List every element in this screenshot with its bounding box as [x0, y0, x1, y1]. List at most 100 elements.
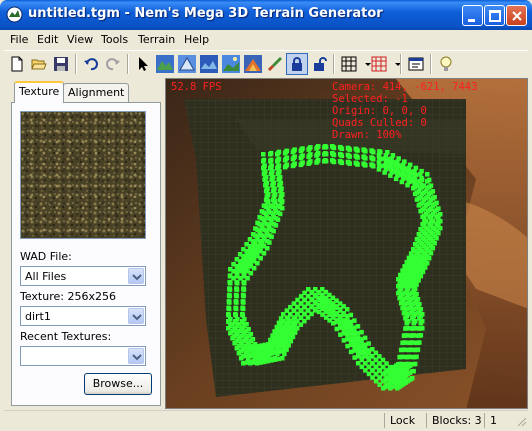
block-marker[interactable]: [355, 148, 360, 153]
block-marker[interactable]: [237, 266, 243, 271]
block-marker[interactable]: [290, 320, 296, 326]
block-marker[interactable]: [363, 156, 368, 161]
block-marker[interactable]: [295, 312, 300, 317]
block-marker[interactable]: [420, 222, 425, 227]
block-marker[interactable]: [371, 157, 376, 162]
block-marker[interactable]: [226, 306, 232, 312]
block-marker[interactable]: [241, 361, 246, 366]
block-marker[interactable]: [412, 287, 418, 292]
block-marker[interactable]: [412, 347, 418, 353]
block-marker[interactable]: [355, 155, 360, 160]
block-marker[interactable]: [436, 206, 441, 211]
block-marker[interactable]: [268, 157, 274, 163]
block-marker[interactable]: [275, 217, 281, 222]
block-marker[interactable]: [238, 276, 243, 281]
block-marker[interactable]: [277, 183, 282, 188]
block-marker[interactable]: [341, 338, 347, 343]
block-marker[interactable]: [404, 354, 409, 360]
menu-view[interactable]: View: [67, 33, 93, 46]
block-marker[interactable]: [278, 316, 284, 321]
block-marker[interactable]: [434, 222, 439, 227]
block-marker[interactable]: [273, 206, 278, 211]
block-marker[interactable]: [414, 268, 419, 273]
block-marker[interactable]: [415, 251, 421, 256]
block-marker[interactable]: [240, 319, 245, 325]
block-marker[interactable]: [228, 281, 233, 286]
block-marker[interactable]: [412, 242, 418, 247]
block-marker[interactable]: [263, 211, 269, 217]
block-marker[interactable]: [405, 168, 410, 174]
save-icon[interactable]: [50, 53, 72, 75]
block-marker[interactable]: [376, 153, 382, 158]
block-marker[interactable]: [323, 158, 329, 164]
block-marker[interactable]: [233, 313, 239, 318]
block-marker[interactable]: [411, 319, 417, 324]
block-marker[interactable]: [405, 175, 410, 181]
block-marker[interactable]: [308, 145, 313, 150]
block-marker[interactable]: [376, 160, 382, 165]
block-marker[interactable]: [393, 169, 399, 175]
block-marker[interactable]: [347, 147, 352, 152]
block-marker[interactable]: [268, 171, 274, 177]
block-marker[interactable]: [268, 164, 274, 170]
block-marker[interactable]: [244, 336, 249, 341]
block-marker[interactable]: [355, 349, 361, 355]
properties-icon[interactable]: [405, 53, 427, 75]
block-marker[interactable]: [275, 337, 280, 343]
block-marker[interactable]: [339, 160, 345, 166]
block-marker[interactable]: [279, 329, 284, 334]
block-marker[interactable]: [227, 287, 233, 292]
block-marker[interactable]: [251, 256, 256, 261]
new-file-icon[interactable]: [6, 53, 28, 75]
block-marker[interactable]: [251, 246, 256, 251]
menu-file[interactable]: File: [10, 33, 28, 46]
block-marker[interactable]: [363, 163, 368, 168]
block-marker[interactable]: [398, 287, 404, 292]
block-marker[interactable]: [429, 217, 434, 222]
block-marker[interactable]: [416, 189, 422, 194]
block-marker[interactable]: [271, 228, 276, 234]
block-marker[interactable]: [285, 316, 291, 321]
block-marker[interactable]: [382, 170, 387, 175]
block-marker[interactable]: [407, 292, 412, 297]
lock-icon[interactable]: [286, 53, 308, 75]
block-marker[interactable]: [355, 162, 360, 167]
block-marker[interactable]: [407, 340, 412, 346]
block-marker[interactable]: [316, 144, 321, 149]
terrain-viewport[interactable]: 52.8 FPS Camera: 414, -621, 7443 Selecte…: [165, 78, 528, 409]
block-marker[interactable]: [244, 266, 250, 271]
block-marker[interactable]: [261, 152, 266, 157]
block-marker[interactable]: [237, 336, 242, 341]
block-marker[interactable]: [334, 326, 340, 332]
block-marker[interactable]: [427, 200, 432, 206]
block-marker[interactable]: [420, 255, 426, 261]
block-marker[interactable]: [261, 251, 267, 256]
block-marker[interactable]: [248, 346, 254, 351]
block-marker[interactable]: [434, 200, 439, 206]
block-marker[interactable]: [234, 271, 240, 276]
block-marker[interactable]: [255, 261, 260, 266]
block-marker[interactable]: [397, 354, 402, 360]
block-marker[interactable]: [276, 177, 281, 182]
block-marker[interactable]: [244, 256, 249, 261]
block-marker[interactable]: [263, 188, 269, 194]
block-marker[interactable]: [323, 151, 329, 157]
block-marker[interactable]: [308, 159, 313, 164]
block-marker[interactable]: [266, 206, 271, 211]
block-marker[interactable]: [241, 300, 246, 305]
block-marker[interactable]: [316, 151, 321, 156]
block-marker[interactable]: [404, 319, 410, 324]
block-marker[interactable]: [411, 282, 416, 287]
texture-select[interactable]: dirt1: [20, 306, 146, 326]
block-marker[interactable]: [423, 232, 429, 237]
block-marker[interactable]: [420, 312, 425, 317]
block-marker[interactable]: [338, 332, 343, 337]
block-marker[interactable]: [275, 157, 281, 163]
block-marker[interactable]: [411, 172, 416, 177]
block-marker[interactable]: [292, 316, 298, 321]
block-marker[interactable]: [370, 361, 375, 366]
block-marker[interactable]: [262, 234, 267, 240]
block-marker[interactable]: [280, 206, 285, 211]
block-marker[interactable]: [352, 355, 357, 360]
block-marker[interactable]: [417, 326, 422, 331]
